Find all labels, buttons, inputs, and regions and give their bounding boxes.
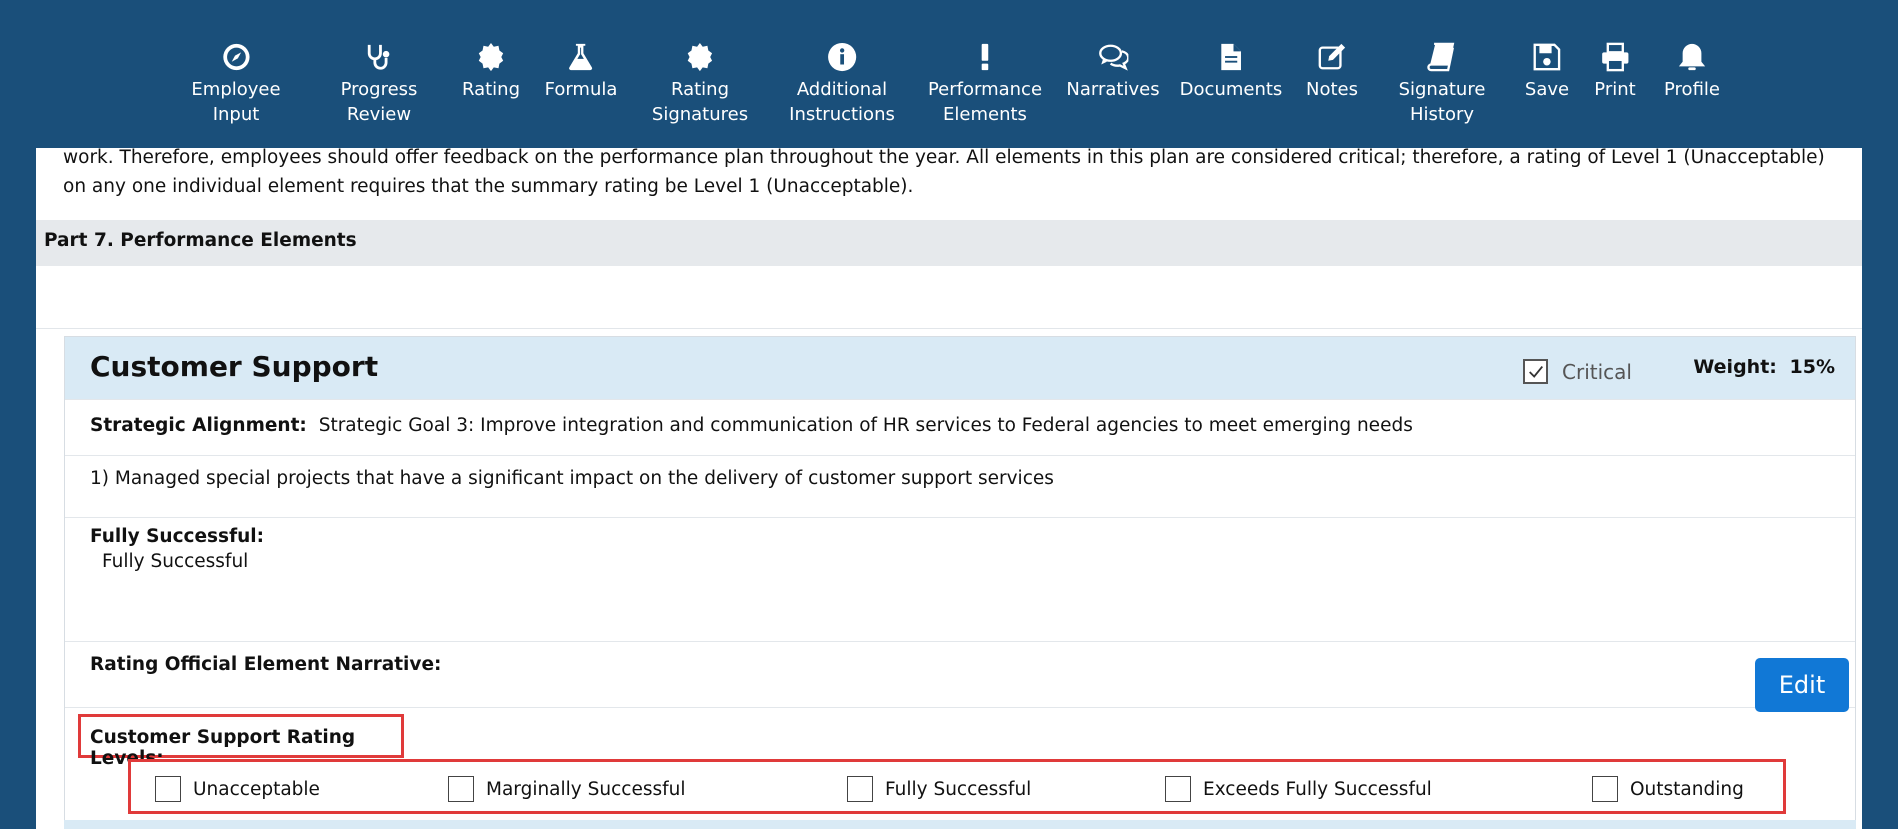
toolbar-label: Documents (1179, 79, 1283, 100)
rating-checkbox[interactable] (155, 776, 181, 802)
strategic-alignment-row: Strategic Alignment: Strategic Goal 3: I… (65, 399, 1855, 455)
rating-level-marginally-successful[interactable]: Marginally Successful (448, 776, 685, 802)
strategic-alignment-label: Strategic Alignment: (90, 415, 307, 436)
toolbar-label: Notes (1306, 79, 1358, 100)
toolbar-profile[interactable]: Profile (1664, 40, 1720, 102)
rating-level-fully-successful[interactable]: Fully Successful (847, 776, 1031, 802)
checkmark-icon (1528, 365, 1543, 378)
compass-icon (219, 40, 253, 74)
standard-label: Fully Successful: (90, 526, 265, 547)
toolbar-rating-signatures[interactable]: Rating Signatures (652, 40, 748, 127)
rating-level-label: Unacceptable (193, 778, 320, 800)
standard-row: Fully Successful: Fully Successful (65, 517, 1855, 641)
element-header: Customer Support Critical Weight: 15% (65, 337, 1855, 399)
toolbar-label: Performance Elements (927, 79, 1043, 125)
rating-checkbox[interactable] (847, 776, 873, 802)
toolbar-progress-review[interactable]: Progress Review (340, 40, 418, 127)
critical-checkbox[interactable] (1523, 359, 1548, 384)
toolbar-rating[interactable]: Rating (462, 40, 520, 102)
info-circle-icon (825, 40, 859, 74)
rating-checkbox[interactable] (448, 776, 474, 802)
toolbar-additional-instructions[interactable]: Additional Instructions (789, 40, 895, 127)
toolbar-notes[interactable]: Notes (1306, 40, 1358, 102)
printer-icon (1598, 40, 1632, 74)
rating-level-unacceptable[interactable]: Unacceptable (155, 776, 320, 802)
book-icon (1425, 40, 1459, 74)
rating-level-label: Marginally Successful (486, 778, 686, 800)
page-content: work. Therefore, employees should offer … (36, 148, 1862, 829)
toolbar-label: Rating Signatures (651, 79, 749, 125)
toolbar-label: Save (1524, 79, 1570, 100)
measure-row: 1) Managed special projects that have a … (65, 455, 1855, 517)
element-title: Customer Support (90, 350, 379, 383)
rating-checkbox[interactable] (1165, 776, 1191, 802)
toolbar-label: Additional Instructions (789, 79, 895, 125)
rating-level-exceeds-fully-successful[interactable]: Exceeds Fully Successful (1165, 776, 1432, 802)
toolbar-label: Rating (461, 79, 521, 100)
toolbar-performance-elements[interactable]: Performance Elements (928, 40, 1042, 127)
toolbar-formula[interactable]: Formula (544, 40, 618, 102)
weight-label: Weight: (1693, 356, 1777, 378)
toolbar-label: Employee Input (191, 79, 281, 125)
rating-level-label: Outstanding (1630, 778, 1744, 800)
comments-icon (1096, 40, 1130, 74)
floppy-disk-icon (1530, 40, 1564, 74)
toolbar-employee-input[interactable]: Employee Input (191, 40, 281, 127)
critical-label: Critical (1562, 360, 1632, 384)
edit-icon (1315, 40, 1349, 74)
toolbar-documents[interactable]: Documents (1179, 40, 1283, 102)
divider (36, 328, 1862, 329)
strategic-alignment-value: Strategic Goal 3: Improve integration an… (318, 415, 1413, 436)
top-toolbar: Employee Input Progress Review Rating Form… (0, 0, 1898, 148)
standard-value: Fully Successful (102, 551, 249, 572)
toolbar-label: Print (1594, 79, 1636, 100)
edit-button[interactable]: Edit (1755, 658, 1849, 712)
toolbar-signature-history[interactable]: Signature History (1398, 40, 1486, 127)
narrative-row: Rating Official Element Narrative: (65, 641, 1855, 707)
next-element-header (64, 820, 1856, 829)
weight: Weight: 15% (1693, 356, 1835, 378)
intro-paragraph: work. Therefore, employees should offer … (63, 148, 1825, 197)
certificate-icon (683, 40, 717, 74)
rating-level-label: Exceeds Fully Successful (1203, 778, 1432, 800)
toolbar-label: Profile (1664, 79, 1720, 100)
rating-levels-group: Unacceptable Marginally Successful Fully… (128, 759, 1786, 814)
toolbar-label: Formula (544, 79, 618, 100)
part-header: Part 7. Performance Elements (36, 220, 1862, 266)
stethoscope-icon (362, 40, 396, 74)
rating-levels-title: Customer Support Rating Levels: (78, 714, 404, 769)
exclamation-icon (968, 40, 1002, 74)
measure-text: 1) Managed special projects that have a … (90, 468, 1054, 489)
weight-value: 15% (1789, 356, 1835, 378)
rating-level-outstanding[interactable]: Outstanding (1592, 776, 1744, 802)
toolbar-label: Signature History (1398, 79, 1486, 125)
toolbar-print[interactable]: Print (1594, 40, 1636, 102)
narrative-label: Rating Official Element Narrative: (90, 654, 442, 675)
flask-icon (564, 40, 598, 74)
toolbar-label: Narratives (1066, 79, 1160, 100)
toolbar-narratives[interactable]: Narratives (1066, 40, 1160, 102)
certificate-icon (474, 40, 508, 74)
toolbar-label: Progress Review (340, 79, 418, 125)
toolbar-save[interactable]: Save (1525, 40, 1569, 102)
bell-icon (1675, 40, 1709, 74)
file-icon (1214, 40, 1248, 74)
rating-checkbox[interactable] (1592, 776, 1618, 802)
rating-level-label: Fully Successful (885, 778, 1032, 800)
